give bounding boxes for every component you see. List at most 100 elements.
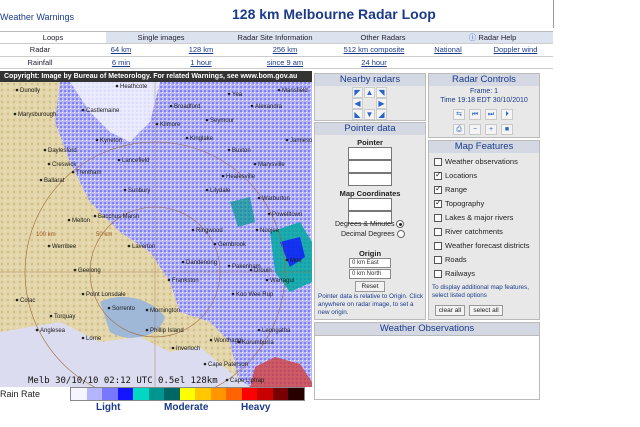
place-label: Pakenham (232, 264, 261, 270)
arrow-north-icon[interactable]: ▲ (364, 87, 375, 98)
pointer-data-panel: Pointer data Pointer Map Coordinates Deg… (314, 122, 426, 320)
feature-label: Lakes & major rivers (445, 213, 514, 222)
rain-rate-swatch (241, 388, 257, 400)
place-label: Melton (72, 218, 90, 224)
link-1hour[interactable]: 1 hour (190, 58, 211, 67)
decimal-degrees-label: Decimal Degrees (341, 230, 395, 238)
tab-radar-site-information[interactable]: Radar Site Information (216, 31, 334, 44)
swap-direction-icon[interactable]: ⇆ (453, 109, 465, 120)
place-label: Powelltown (272, 212, 302, 218)
feature-range[interactable]: Range (434, 184, 468, 195)
step-forward-icon[interactable]: ⏭ (485, 109, 497, 120)
place-dot (49, 314, 53, 318)
place-dot (81, 336, 85, 340)
arrow-east-icon[interactable]: ▶ (376, 98, 387, 109)
place-dot (107, 306, 111, 310)
feature-checkbox[interactable] (434, 256, 442, 265)
feature-checkbox[interactable] (434, 228, 442, 237)
radar-image[interactable]: 100 km 50 km Dunolly Heathcote Yea Alexandr… (0, 82, 312, 387)
tab-loops[interactable]: Loops (0, 31, 106, 44)
rain-rate-swatch (210, 388, 226, 400)
map-features-panel: Map Features Weather observations Locatio… (428, 140, 540, 320)
feature-weather-forecast-districts[interactable]: Weather forecast districts (434, 241, 529, 251)
arrow-west-icon[interactable]: ◀ (352, 98, 363, 109)
range-label-50: 50 km (96, 232, 112, 238)
feature-river-catchments[interactable]: River catchments (434, 227, 503, 237)
place-label: Korumburra (242, 340, 274, 346)
arrow-south-icon[interactable]: ▼ (364, 109, 375, 120)
step-back-icon[interactable]: ⏮ (469, 109, 481, 120)
tab-radar-help[interactable]: ⓘ Radar Help (432, 31, 553, 44)
rain-rate-swatch (102, 388, 118, 400)
place-dot (267, 212, 271, 216)
place-label: Anglesea (40, 328, 66, 334)
place-label: Inverloch (176, 346, 200, 352)
degrees-minutes-radio[interactable] (396, 220, 405, 228)
place-label: Daylesford (48, 148, 77, 154)
feature-weather-observations[interactable]: Weather observations (434, 157, 518, 167)
arrow-southwest-icon[interactable]: ◣ (352, 109, 363, 120)
feature-label: Range (445, 185, 468, 194)
place-dot (285, 258, 289, 262)
weather-warnings-link[interactable]: Weather Warnings (0, 12, 74, 22)
feature-checkbox[interactable] (434, 270, 442, 279)
link-128km[interactable]: 128 km (189, 45, 214, 54)
place-dot (203, 362, 207, 366)
link-6min[interactable]: 6 min (112, 58, 130, 67)
arrow-southeast-icon[interactable]: ◢ (376, 109, 387, 120)
feature-locations[interactable]: Locations (434, 170, 478, 181)
place-label: Creswick (52, 162, 77, 168)
feature-railways[interactable]: Railways (434, 269, 475, 279)
degrees-minutes-label: Degrees & Minutes (335, 220, 395, 228)
feature-roads[interactable]: Roads (434, 255, 467, 265)
feature-checkbox[interactable] (434, 198, 442, 209)
tab-other-radars[interactable]: Other Radars (334, 31, 432, 44)
place-dot (285, 138, 289, 142)
link-national[interactable]: National (434, 45, 462, 54)
place-label: Warragul (270, 278, 294, 284)
link-doppler-wind[interactable]: Doppler wind (494, 45, 538, 54)
place-dot (205, 188, 209, 192)
link-since-9am[interactable]: since 9 am (267, 58, 303, 67)
reset-button[interactable]: Reset (355, 281, 385, 292)
link-256km[interactable]: 256 km (273, 45, 298, 54)
weather-observations-title[interactable]: Weather Observations (315, 323, 539, 335)
nearby-radars-title: Nearby radars (315, 74, 425, 86)
place-dot (227, 92, 231, 96)
decimal-degrees-radio[interactable] (396, 230, 405, 238)
clear-all-button[interactable]: clear all (435, 305, 465, 316)
copyright-bar: Copyright: Image by Bureau of Meteorolog… (0, 71, 312, 82)
link-64km[interactable]: 64 km (111, 45, 131, 54)
radar-caption: Melb 30/10/10 02:12 UTC 0.5el 128km (28, 376, 218, 386)
feature-checkbox[interactable] (434, 184, 442, 195)
feature-label: Locations (445, 171, 478, 180)
place-label: Koo Wee Rup (236, 292, 274, 298)
place-label: Ringwood (196, 228, 223, 234)
radar-map-svg[interactable]: 100 km 50 km Dunolly Heathcote Yea Alexandr… (0, 82, 312, 387)
feature-topography[interactable]: Topography (434, 198, 485, 209)
play-icon[interactable]: ⏵ (501, 109, 513, 120)
place-label: Cape Liptrap (230, 378, 265, 384)
feature-checkbox[interactable] (434, 158, 442, 167)
feature-checkbox[interactable] (434, 214, 442, 223)
stop-icon[interactable]: ■ (501, 124, 513, 135)
tab-single-images[interactable]: Single images (106, 31, 216, 44)
print-icon[interactable]: ⎙ (453, 124, 465, 135)
select-all-button[interactable]: select all (469, 305, 503, 316)
slower-icon[interactable]: − (469, 124, 481, 135)
place-dot (155, 122, 159, 126)
link-512km-composite[interactable]: 512 km composite (344, 45, 405, 54)
arrow-northeast-icon[interactable]: ◥ (376, 87, 387, 98)
time-readout: Time 19:18 EDT 30/10/2010 (440, 97, 528, 104)
faster-icon[interactable]: + (485, 124, 497, 135)
arrow-northwest-icon[interactable]: ◤ (352, 87, 363, 98)
place-dot (213, 242, 217, 246)
place-label: Dunolly (20, 88, 40, 94)
link-24hour[interactable]: 24 hour (361, 58, 386, 67)
feature-lakes-major-rivers[interactable]: Lakes & major rivers (434, 213, 514, 223)
degrees-minutes-option[interactable]: Degrees & Minutes (335, 220, 405, 228)
feature-label: Topography (445, 199, 485, 208)
decimal-degrees-option[interactable]: Decimal Degrees (341, 230, 405, 238)
feature-checkbox[interactable] (434, 242, 442, 251)
feature-checkbox[interactable] (434, 170, 442, 181)
